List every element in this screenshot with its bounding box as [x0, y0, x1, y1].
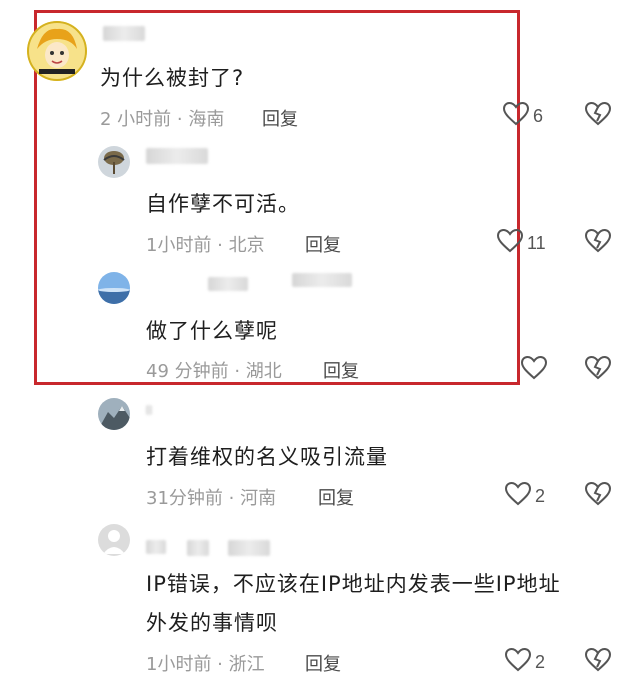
dislike-button[interactable] — [584, 228, 612, 257]
broken-heart-icon — [584, 355, 612, 384]
username-blurred[interactable] — [146, 540, 166, 554]
heart-outline-icon — [502, 101, 530, 130]
reply-button[interactable]: 回复 — [318, 484, 354, 510]
broken-heart-icon — [584, 481, 612, 510]
username-blurred[interactable] — [187, 540, 209, 556]
like-button[interactable]: 11 — [496, 228, 546, 257]
like-button[interactable]: 2 — [504, 481, 546, 510]
avatar[interactable] — [98, 272, 130, 304]
username-blurred[interactable] — [208, 277, 248, 291]
comment-meta: 1小时前 · 北京 — [146, 235, 265, 256]
username-blurred[interactable] — [103, 26, 145, 41]
comment-text: 为什么被封了? — [100, 66, 245, 90]
username-blurred[interactable] — [146, 148, 208, 164]
avatar[interactable] — [98, 398, 130, 430]
comment-meta: 49 分钟前 · 湖北 — [146, 361, 282, 382]
broken-heart-icon — [584, 647, 612, 676]
comment-meta: 1小时前 · 浙江 — [146, 654, 265, 675]
like-button[interactable] — [520, 355, 551, 384]
avatar[interactable] — [27, 21, 87, 81]
reply-button[interactable]: 回复 — [305, 650, 341, 676]
comment-text: 自作孽不可活。 — [146, 192, 300, 216]
heart-outline-icon — [520, 355, 548, 384]
like-button[interactable]: 2 — [504, 647, 546, 676]
like-button[interactable]: 6 — [502, 101, 544, 130]
reply-button[interactable]: 回复 — [305, 231, 341, 257]
username-blurred[interactable] — [228, 540, 270, 556]
like-count: 2 — [535, 485, 546, 506]
comment-text: 打着维权的名义吸引流量 — [146, 445, 388, 469]
dislike-button[interactable] — [584, 355, 612, 384]
like-count: 6 — [533, 105, 544, 126]
heart-outline-icon — [496, 228, 524, 257]
reply-button[interactable]: 回复 — [262, 105, 298, 131]
avatar[interactable] — [98, 524, 130, 556]
comment-text-line-2: 外发的事情呗 — [146, 611, 278, 635]
username-blurred[interactable] — [146, 405, 152, 415]
avatar[interactable] — [98, 146, 130, 178]
like-count: 2 — [535, 651, 546, 672]
heart-outline-icon — [504, 481, 532, 510]
dislike-button[interactable] — [584, 101, 612, 130]
dislike-button[interactable] — [584, 481, 612, 510]
comment-text-line-1: IP错误，不应该在IP地址内发表一些IP地址 — [146, 572, 561, 596]
reply-button[interactable]: 回复 — [323, 357, 359, 383]
broken-heart-icon — [584, 101, 612, 130]
broken-heart-icon — [584, 228, 612, 257]
comment-meta: 31分钟前 · 河南 — [146, 488, 277, 509]
heart-outline-icon — [504, 647, 532, 676]
username-blurred[interactable] — [292, 273, 352, 287]
dislike-button[interactable] — [584, 647, 612, 676]
like-count: 11 — [527, 232, 546, 253]
comment-meta: 2 小时前 · 海南 — [100, 109, 225, 130]
comment-text: 做了什么孽呢 — [146, 319, 278, 343]
